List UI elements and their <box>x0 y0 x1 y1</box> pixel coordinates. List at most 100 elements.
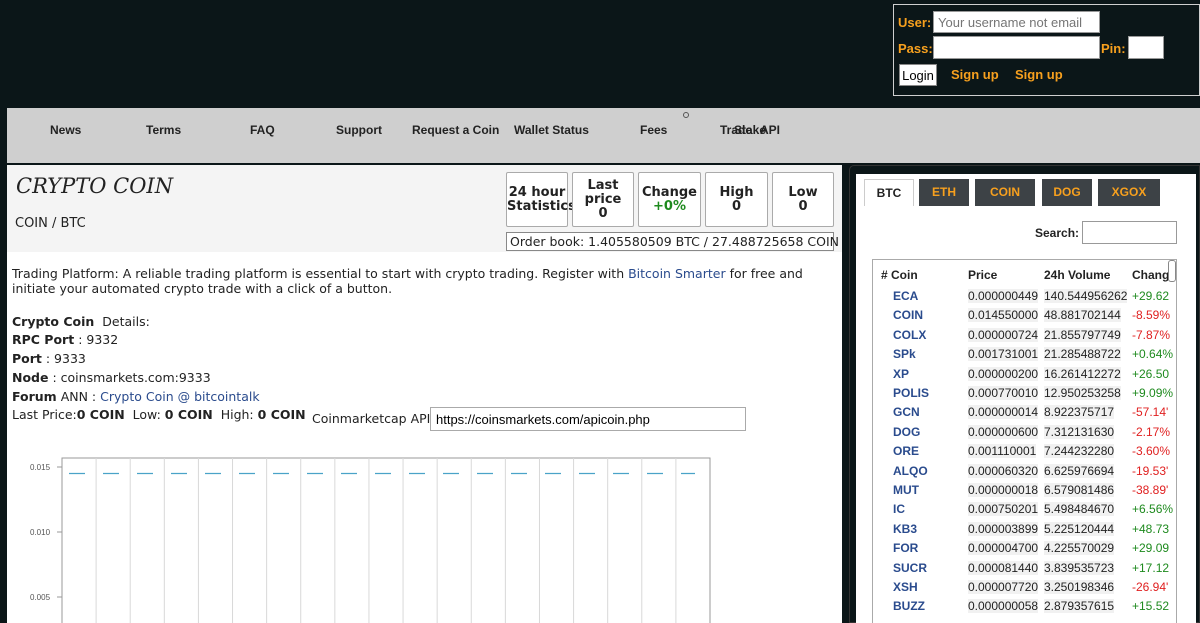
table-row[interactable]: SPk 0.001731001 21.285488722 +0.64% <box>873 344 1176 363</box>
row-volume: 7.312131630 <box>1044 424 1115 439</box>
tab-eth[interactable]: ETH <box>919 179 969 206</box>
tab-coin[interactable]: COIN <box>975 179 1035 206</box>
coin-name: Crypto Coin <box>12 314 95 329</box>
high-label: High: <box>220 407 254 422</box>
search-input[interactable] <box>1082 221 1177 244</box>
row-volume: 5.498484670 <box>1044 502 1115 517</box>
table-row[interactable]: POLIS 0.000770010 12.950253258 +9.09% <box>873 383 1176 402</box>
nav-support[interactable]: Support <box>336 123 382 137</box>
table-row[interactable]: XP 0.000000200 16.261412272 +26.50 <box>873 364 1176 383</box>
stat-change-value: +0% <box>653 198 686 214</box>
chart-y-axis: 0.015 0.010 0.005 <box>30 463 62 602</box>
row-volume: 21.855797749 <box>1044 327 1121 342</box>
row-price: 0.000750201 <box>968 502 1039 517</box>
nav-faq[interactable]: FAQ <box>250 123 275 137</box>
row-volume: 140.544956262 <box>1044 289 1128 303</box>
row-change: -26.94' <box>1132 580 1169 594</box>
signup-link-2[interactable]: Sign up <box>1015 67 1063 82</box>
forum-label: Forum <box>12 389 57 404</box>
col-volume[interactable]: 24h Volume <box>1044 268 1110 282</box>
pin-label: Pin: <box>1101 41 1126 56</box>
row-price: 0.000000724 <box>968 327 1039 342</box>
node-value: : coinsmarkets.com:9333 <box>52 370 211 385</box>
price-summary-row: Last Price:0 COIN Low: 0 COIN High: 0 CO… <box>12 407 306 422</box>
table-row[interactable]: FOR 0.000004700 4.225570029 +29.09 <box>873 538 1176 557</box>
nav-terms[interactable]: Terms <box>146 123 181 137</box>
stat-high-value: 0 <box>731 198 742 214</box>
pin-input[interactable] <box>1128 36 1164 59</box>
rpc-port-label: RPC Port <box>12 332 75 347</box>
low-value: 0 COIN <box>164 407 213 422</box>
table-row[interactable]: COIN 0.014550000 48.881702144 -8.59% <box>873 305 1176 324</box>
description-text-1: Trading Platform: A reliable trading pla… <box>12 266 629 281</box>
signup-link[interactable]: Sign up <box>951 67 999 82</box>
row-price: 0.000000449 <box>968 289 1039 303</box>
row-volume: 3.250198346 <box>1044 580 1115 594</box>
row-change: +17.12 <box>1132 560 1170 575</box>
row-change: +6.56% <box>1132 502 1174 517</box>
row-coin: FOR <box>893 541 919 556</box>
row-change: -57.14' <box>1132 405 1169 420</box>
circle-icon <box>683 112 689 118</box>
col-change[interactable]: Chang <box>1132 268 1169 282</box>
row-coin: XSH <box>893 580 918 594</box>
coin-header: CRYPTO COIN COIN / BTC 24 hour Statistic… <box>7 165 842 252</box>
rpc-port-value: : 9332 <box>78 332 119 347</box>
row-change: +15.52 <box>1132 599 1170 614</box>
tab-btc[interactable]: BTC <box>864 179 914 206</box>
nav-api[interactable]: API <box>760 123 780 137</box>
nav-news[interactable]: News <box>50 123 81 137</box>
node-row: Node : coinsmarkets.com:9333 <box>12 370 211 385</box>
table-row[interactable]: KB3 0.000003899 5.225120444 +48.73 <box>873 519 1176 538</box>
table-row[interactable]: SUCR 0.000081440 3.839535723 +17.12 <box>873 558 1176 577</box>
row-change: +9.09% <box>1132 386 1174 400</box>
table-row[interactable]: ORE 0.001110001 7.244232280 -3.60% <box>873 441 1176 460</box>
forum-link[interactable]: Crypto Coin @ bitcointalk <box>100 389 259 404</box>
row-price: 0.000000600 <box>968 424 1039 439</box>
user-label: User: <box>898 15 932 30</box>
bitcoin-smarter-link[interactable]: Bitcoin Smarter <box>628 266 725 281</box>
tab-dog[interactable]: DOG <box>1042 179 1092 206</box>
username-input[interactable] <box>933 11 1100 33</box>
table-row[interactable]: COLX 0.000000724 21.855797749 -7.87% <box>873 325 1176 344</box>
row-coin: ALQO <box>893 463 928 478</box>
nav-fees[interactable]: Fees <box>640 123 667 137</box>
row-coin: DOG <box>893 424 921 439</box>
y-tick-label: 0.015 <box>30 463 51 472</box>
scrollbar[interactable] <box>1168 260 1176 282</box>
row-price: 0.000000200 <box>968 366 1039 381</box>
node-label: Node <box>12 370 49 385</box>
nav-wallet-status[interactable]: Wallet Status <box>514 123 589 137</box>
tab-xgox[interactable]: XGOX <box>1098 179 1160 206</box>
row-price: 0.000000018 <box>968 483 1039 497</box>
last-price-value: 0 COIN <box>76 407 125 422</box>
table-row[interactable]: MUT 0.000000018 6.579081486 -38.89' <box>873 480 1176 499</box>
row-change: -3.60% <box>1132 444 1171 459</box>
row-coin: GCN <box>893 405 920 420</box>
y-tick-label: 0.005 <box>30 593 51 602</box>
stat-last-line1: Last <box>587 177 619 193</box>
table-row[interactable]: BUZZ 0.000000058 2.879357615 +15.52 <box>873 596 1176 615</box>
port-label: Port <box>12 351 42 366</box>
trading-pair: COIN / BTC <box>15 216 86 231</box>
table-row[interactable]: DOG 0.000000600 7.312131630 -2.17% <box>873 422 1176 441</box>
row-coin: KB3 <box>893 521 918 536</box>
nav-request-coin[interactable]: Request a Coin <box>412 123 499 137</box>
row-change: -2.17% <box>1132 424 1171 439</box>
table-row[interactable]: ALQO 0.000060320 6.625976694 -19.53' <box>873 461 1176 480</box>
table-row[interactable]: XSH 0.000007720 3.250198346 -26.94' <box>873 577 1176 596</box>
password-input[interactable] <box>933 36 1100 59</box>
row-price: 0.000003899 <box>968 521 1039 536</box>
stat-24h-line1: 24 hour <box>508 184 566 200</box>
table-row[interactable]: IC 0.000750201 5.498484670 +6.56% <box>873 499 1176 518</box>
login-button[interactable]: Login <box>899 64 937 86</box>
stat-last-value: 0 <box>598 205 608 221</box>
col-price[interactable]: Price <box>968 268 997 282</box>
stat-change-label: Change <box>642 184 697 200</box>
coinmarketcap-api-input[interactable] <box>430 407 746 431</box>
table-row[interactable]: ECA 0.000000449 140.544956262 +29.62 <box>873 286 1176 305</box>
stat-low: Low 0 <box>772 172 834 227</box>
high-value: 0 COIN <box>257 407 306 422</box>
col-coin[interactable]: # Coin <box>881 268 918 282</box>
table-row[interactable]: GCN 0.000000014 8.922375717 -57.14' <box>873 402 1176 421</box>
